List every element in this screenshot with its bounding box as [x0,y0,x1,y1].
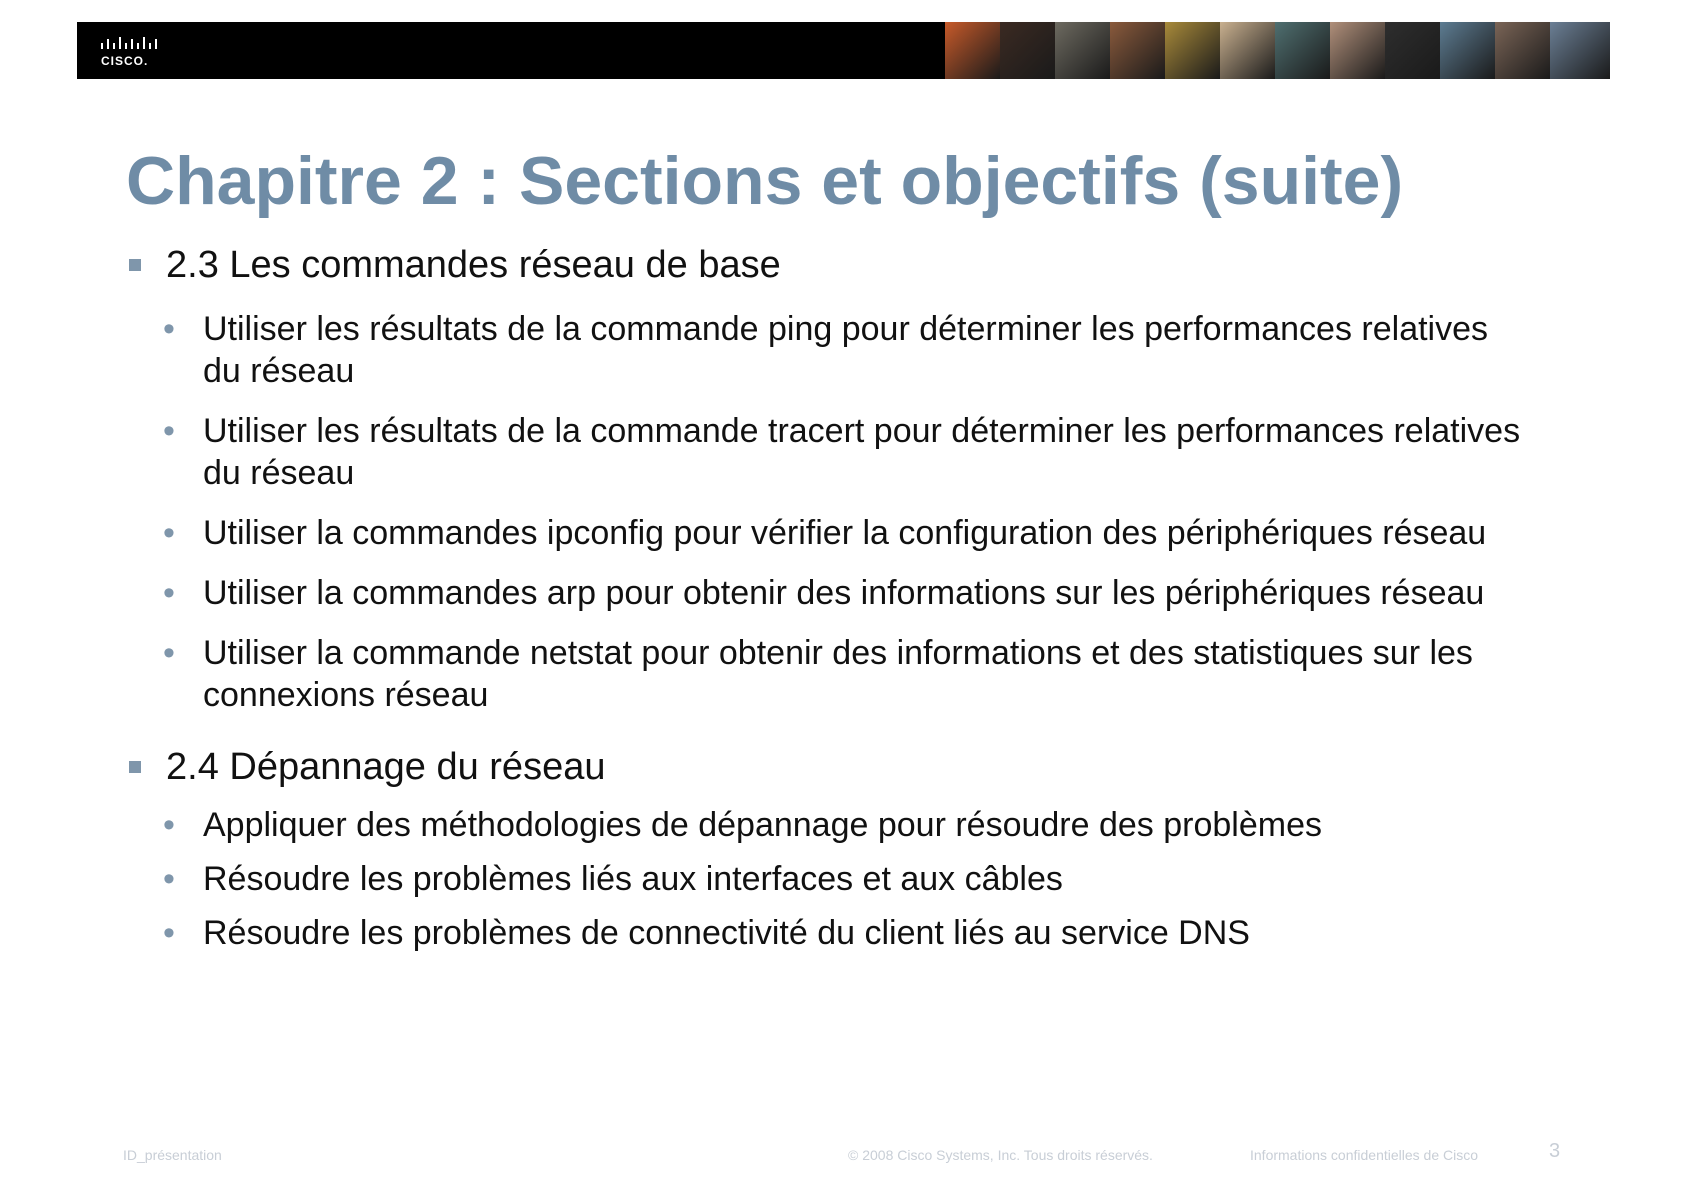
list-item-text: Appliquer des méthodologies de dépannage… [203,806,1322,844]
dot-bullet-icon: • [163,310,175,348]
section-items: • Utiliser les résultats de la commande p… [126,308,1566,716]
list-item-text: Utiliser la commandes arp pour obtenir d… [203,574,1485,612]
list-item: • Utiliser la commande netstat pour obten… [126,632,1523,716]
logo-wordmark: CISCO. [101,54,149,68]
section-heading: 2.3 Les commandes réseau de base [126,240,1566,290]
header-photo-tile [1220,22,1275,79]
header-photo-tile [1000,22,1055,79]
header-photo-tile [1330,22,1385,79]
list-item-text: Utiliser la commandes ipconfig pour véri… [203,514,1487,552]
list-item: • Utiliser les résultats de la commande p… [126,308,1523,392]
dot-bullet-icon: • [163,806,175,844]
square-bullet-icon [129,761,141,773]
section-2-3: 2.3 Les commandes réseau de base • Utilis… [126,240,1566,716]
header-photo-tile [1385,22,1440,79]
header-photo-tile [1440,22,1495,79]
header-photo-tile [1165,22,1220,79]
square-bullet-icon [129,259,141,271]
footer-presentation-id: ID_présentation [123,1147,222,1163]
footer-copyright: © 2008 Cisco Systems, Inc. Tous droits r… [848,1147,1153,1163]
header-photo-tile [1110,22,1165,79]
list-item-text: Résoudre les problèmes de connectivité d… [203,914,1250,952]
list-item: • Utiliser la commandes arp pour obtenir … [126,572,1523,614]
list-item-text: Utiliser la commande netstat pour obteni… [203,634,1473,714]
header-photo-tile [945,22,1000,79]
header-photo-tile [1275,22,1330,79]
list-item-text: Utiliser les résultats de la commande tr… [203,412,1521,492]
list-item: • Résoudre les problèmes liés aux interfa… [126,858,1523,900]
list-item-text: Résoudre les problèmes liés aux interfac… [203,860,1063,898]
page-number: 3 [1549,1140,1561,1162]
dot-bullet-icon: • [163,634,175,672]
section-2-4: 2.4 Dépannage du réseau • Appliquer des m… [126,742,1566,954]
dot-bullet-icon: • [163,514,175,552]
header-photo-tile [1055,22,1110,79]
footer-confidential: Informations confidentielles de Cisco [1250,1147,1479,1163]
list-item: • Appliquer des méthodologies de dépannag… [126,804,1523,846]
list-item-text: Utiliser les résultats de la commande pi… [203,310,1489,390]
slide-content: 2.3 Les commandes réseau de base • Utilis… [126,240,1566,954]
section-heading: 2.4 Dépannage du réseau [126,742,1566,792]
list-item: • Utiliser la commandes ipconfig pour vér… [126,512,1523,554]
list-item: • Résoudre les problèmes de connectivité … [126,912,1523,954]
header-photo-tile [1495,22,1550,79]
slide-title: Chapitre 2 : Sections et objectifs (suit… [126,143,1404,219]
section-heading-text: 2.3 Les commandes réseau de base [166,244,781,286]
header-bar: CISCO. [77,22,1610,79]
section-items: • Appliquer des méthodologies de dépannag… [126,804,1566,954]
cisco-bridge-icon [101,37,157,49]
dot-bullet-icon: • [163,860,175,898]
dot-bullet-icon: • [163,574,175,612]
header-photo-tile [1550,22,1610,79]
list-item: • Utiliser les résultats de la commande t… [126,410,1523,494]
cisco-logo: CISCO. [97,33,167,68]
photo-strip [945,22,1610,79]
dot-bullet-icon: • [163,412,175,450]
dot-bullet-icon: • [163,914,175,952]
section-heading-text: 2.4 Dépannage du réseau [166,746,606,788]
